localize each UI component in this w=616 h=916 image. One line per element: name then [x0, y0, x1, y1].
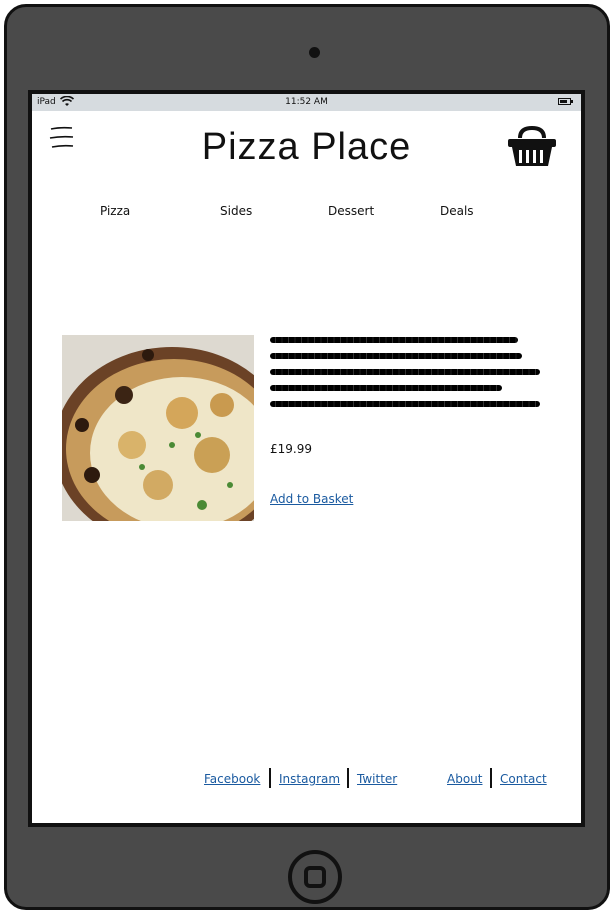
- home-button-icon: [304, 866, 326, 888]
- description-line: [270, 353, 522, 359]
- footer-link-about[interactable]: About: [447, 772, 482, 786]
- product-price: £19.99: [270, 442, 312, 456]
- footer-link-contact[interactable]: Contact: [500, 772, 547, 786]
- basket-icon[interactable]: [506, 124, 558, 170]
- nav-item-dessert[interactable]: Dessert: [328, 204, 374, 218]
- nav-item-sides[interactable]: Sides: [220, 204, 252, 218]
- status-bar: iPad 11:52 AM: [32, 94, 581, 111]
- footer-separator: [490, 768, 492, 788]
- screen: iPad 11:52 AM Pizza Place Pizza Sides De…: [28, 90, 585, 827]
- description-line: [270, 369, 540, 375]
- footer: Facebook Instagram Twitter About Contact: [32, 768, 581, 792]
- pizza-photo: [62, 335, 254, 521]
- footer-link-instagram[interactable]: Instagram: [279, 772, 340, 786]
- footer-separator: [347, 768, 349, 788]
- add-to-basket-link[interactable]: Add to Basket: [270, 492, 353, 506]
- category-nav: Pizza Sides Dessert Deals: [32, 202, 581, 222]
- home-button[interactable]: [288, 850, 342, 904]
- description-line: [270, 401, 540, 407]
- footer-separator: [269, 768, 271, 788]
- camera-dot: [309, 47, 320, 58]
- nav-item-pizza[interactable]: Pizza: [100, 204, 130, 218]
- page-title: Pizza Place: [201, 126, 412, 168]
- status-time: 11:52 AM: [285, 97, 328, 107]
- footer-link-twitter[interactable]: Twitter: [357, 772, 397, 786]
- product-description: [270, 337, 546, 417]
- battery-icon: [558, 98, 573, 105]
- description-line: [270, 337, 518, 343]
- description-line: [270, 385, 502, 391]
- nav-item-deals[interactable]: Deals: [440, 204, 474, 218]
- footer-link-facebook[interactable]: Facebook: [204, 772, 260, 786]
